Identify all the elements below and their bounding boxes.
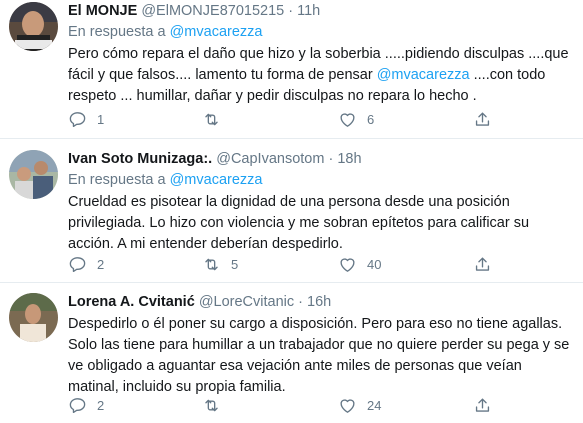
like-count: 6 (367, 111, 375, 127)
reply-prefix: En respuesta a (68, 172, 166, 188)
like-button[interactable]: 40 (338, 254, 381, 274)
avatar[interactable] (9, 2, 58, 51)
reply-context: En respuesta a @mvacarezza (68, 23, 575, 42)
author-handle[interactable]: @LoreCvitanic (199, 294, 294, 310)
reply-count: 2 (97, 397, 105, 413)
share-icon (475, 256, 490, 271)
author-handle[interactable]: @CapIvansotom (216, 151, 324, 167)
tweet[interactable]: Ivan Soto Munizaga:. @CapIvansotom · 18h… (0, 139, 583, 283)
retweet-button[interactable]: 5 (202, 254, 238, 274)
reply-button[interactable]: 2 (68, 395, 104, 415)
separator-dot: · (288, 3, 294, 19)
reply-count: 1 (97, 111, 105, 127)
retweet-button[interactable] (202, 395, 231, 415)
reply-prefix: En respuesta a (68, 24, 166, 40)
tweet-content: Lorena A. Cvitanić @LoreCvitanic · 16h D… (68, 293, 575, 398)
share-icon (475, 397, 490, 412)
heart-icon (340, 257, 355, 272)
tweet-actions: 2 5 40 (68, 254, 498, 274)
reply-button[interactable]: 2 (68, 254, 104, 274)
author-name[interactable]: Lorena A. Cvitanić (68, 294, 195, 310)
tweet[interactable]: El MONJE @ElMONJE87015215 · 11h En respu… (0, 0, 583, 139)
separator-dot: · (298, 294, 303, 310)
avatar[interactable] (9, 150, 58, 199)
tweet-content: El MONJE @ElMONJE87015215 · 11h En respu… (68, 2, 575, 107)
avatar-image (9, 293, 58, 342)
tweet-content: Ivan Soto Munizaga:. @CapIvansotom · 18h… (68, 150, 575, 255)
reply-mention[interactable]: @mvacarezza (170, 172, 263, 188)
tweet-text: Crueldad es pisotear la dignidad de una … (68, 194, 530, 252)
share-button[interactable] (473, 395, 492, 415)
inline-mention[interactable]: @mvacarezza (377, 67, 470, 83)
reply-button[interactable]: 1 (68, 109, 104, 129)
retweet-icon (205, 113, 218, 125)
reply-mention[interactable]: @mvacarezza (170, 24, 263, 40)
tweet-text: Despedirlo o él poner su cargo a disposi… (68, 316, 570, 395)
tweet-header: El MONJE @ElMONJE87015215 · 11h (68, 2, 575, 21)
author-name[interactable]: El MONJE (68, 3, 137, 19)
reply-icon (69, 397, 86, 413)
retweet-icon (205, 258, 218, 270)
reply-icon (69, 111, 86, 127)
timestamp[interactable]: 18h (337, 151, 361, 167)
retweet-icon (205, 399, 218, 411)
timestamp[interactable]: 11h (297, 3, 320, 19)
reply-count: 2 (97, 256, 105, 272)
author-handle[interactable]: @ElMONJE87015215 (141, 3, 284, 19)
share-button[interactable] (473, 254, 492, 274)
avatar[interactable] (9, 293, 58, 342)
reply-icon (69, 256, 86, 272)
retweet-button[interactable] (202, 109, 231, 129)
share-icon (475, 111, 490, 126)
timestamp[interactable]: 16h (307, 294, 331, 310)
tweet-header: Lorena A. Cvitanić @LoreCvitanic · 16h (68, 293, 575, 312)
like-count: 24 (367, 397, 382, 413)
avatar-image (9, 150, 58, 199)
author-name[interactable]: Ivan Soto Munizaga:. (68, 151, 212, 167)
tweet-text: Pero cómo repara el daño que hizo y la s… (68, 44, 575, 107)
separator-dot: · (328, 151, 334, 167)
tweet-actions: 2 24 (68, 395, 498, 415)
tweet-actions: 1 6 (68, 109, 498, 129)
like-button[interactable]: 6 (338, 109, 374, 129)
tweet-header: Ivan Soto Munizaga:. @CapIvansotom · 18h (68, 150, 575, 169)
share-button[interactable] (473, 109, 492, 129)
like-count: 40 (367, 256, 382, 272)
avatar-image (9, 2, 58, 51)
retweet-count: 5 (231, 256, 239, 272)
like-button[interactable]: 24 (338, 395, 381, 415)
reply-context: En respuesta a @mvacarezza (68, 171, 575, 190)
heart-icon (340, 112, 355, 127)
heart-icon (340, 398, 355, 413)
tweet[interactable]: Lorena A. Cvitanić @LoreCvitanic · 16h D… (0, 283, 583, 423)
